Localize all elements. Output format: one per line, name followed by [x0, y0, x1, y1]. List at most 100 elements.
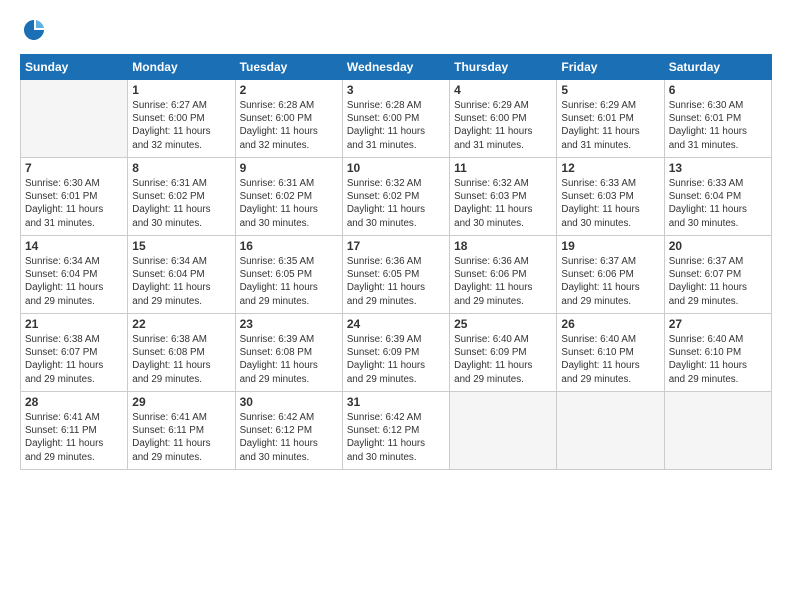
day-number: 4 — [454, 83, 552, 97]
cell-content: Sunrise: 6:27 AM Sunset: 6:00 PM Dayligh… — [132, 99, 230, 152]
day-number: 27 — [669, 317, 767, 331]
day-number: 26 — [561, 317, 659, 331]
calendar-cell: 25 Sunrise: 6:40 AM Sunset: 6:09 PM Dayli… — [450, 314, 557, 392]
calendar-header-friday: Friday — [557, 55, 664, 80]
calendar-cell: 8 Sunrise: 6:31 AM Sunset: 6:02 PM Daylig… — [128, 158, 235, 236]
day-number: 21 — [25, 317, 123, 331]
calendar-cell: 6 Sunrise: 6:30 AM Sunset: 6:01 PM Daylig… — [664, 80, 771, 158]
calendar-cell: 12 Sunrise: 6:33 AM Sunset: 6:03 PM Dayli… — [557, 158, 664, 236]
cell-content: Sunrise: 6:36 AM Sunset: 6:06 PM Dayligh… — [454, 255, 552, 308]
day-number: 11 — [454, 161, 552, 175]
calendar-cell: 18 Sunrise: 6:36 AM Sunset: 6:06 PM Dayli… — [450, 236, 557, 314]
calendar-cell: 22 Sunrise: 6:38 AM Sunset: 6:08 PM Dayli… — [128, 314, 235, 392]
day-number: 13 — [669, 161, 767, 175]
day-number: 30 — [240, 395, 338, 409]
day-number: 1 — [132, 83, 230, 97]
day-number: 2 — [240, 83, 338, 97]
day-number: 12 — [561, 161, 659, 175]
calendar-cell: 21 Sunrise: 6:38 AM Sunset: 6:07 PM Dayli… — [21, 314, 128, 392]
cell-content: Sunrise: 6:37 AM Sunset: 6:06 PM Dayligh… — [561, 255, 659, 308]
calendar-cell: 27 Sunrise: 6:40 AM Sunset: 6:10 PM Dayli… — [664, 314, 771, 392]
day-number: 31 — [347, 395, 445, 409]
day-number: 28 — [25, 395, 123, 409]
day-number: 9 — [240, 161, 338, 175]
cell-content: Sunrise: 6:32 AM Sunset: 6:03 PM Dayligh… — [454, 177, 552, 230]
day-number: 6 — [669, 83, 767, 97]
calendar-cell: 24Sunrise: 6:39 AM Sunset: 6:09 PM Dayli… — [342, 314, 449, 392]
day-number: 18 — [454, 239, 552, 253]
calendar-cell: 31 Sunrise: 6:42 AM Sunset: 6:12 PM Dayli… — [342, 392, 449, 470]
cell-content: Sunrise: 6:28 AM Sunset: 6:00 PM Dayligh… — [347, 99, 445, 152]
cell-content: Sunrise: 6:41 AM Sunset: 6:11 PM Dayligh… — [25, 411, 123, 464]
calendar-cell: 30 Sunrise: 6:42 AM Sunset: 6:12 PM Dayli… — [235, 392, 342, 470]
calendar-cell: 19 Sunrise: 6:37 AM Sunset: 6:06 PM Dayli… — [557, 236, 664, 314]
calendar-cell: 28 Sunrise: 6:41 AM Sunset: 6:11 PM Dayli… — [21, 392, 128, 470]
calendar-cell: 7 Sunrise: 6:30 AM Sunset: 6:01 PM Daylig… — [21, 158, 128, 236]
cell-content: Sunrise: 6:31 AM Sunset: 6:02 PM Dayligh… — [132, 177, 230, 230]
calendar-header-sunday: Sunday — [21, 55, 128, 80]
cell-content: Sunrise: 6:28 AM Sunset: 6:00 PM Dayligh… — [240, 99, 338, 152]
calendar-cell: 3 Sunrise: 6:28 AM Sunset: 6:00 PM Daylig… — [342, 80, 449, 158]
calendar-cell: 10 Sunrise: 6:32 AM Sunset: 6:02 PM Dayli… — [342, 158, 449, 236]
day-number: 8 — [132, 161, 230, 175]
cell-content: Sunrise: 6:31 AM Sunset: 6:02 PM Dayligh… — [240, 177, 338, 230]
calendar-cell: 26Sunrise: 6:40 AM Sunset: 6:10 PM Dayli… — [557, 314, 664, 392]
day-number: 7 — [25, 161, 123, 175]
cell-content: Sunrise: 6:33 AM Sunset: 6:03 PM Dayligh… — [561, 177, 659, 230]
day-number: 5 — [561, 83, 659, 97]
logo-icon — [20, 16, 48, 44]
cell-content: Sunrise: 6:30 AM Sunset: 6:01 PM Dayligh… — [669, 99, 767, 152]
cell-content: Sunrise: 6:42 AM Sunset: 6:12 PM Dayligh… — [240, 411, 338, 464]
cell-content: Sunrise: 6:40 AM Sunset: 6:09 PM Dayligh… — [454, 333, 552, 386]
day-number: 25 — [454, 317, 552, 331]
week-row-3: 14 Sunrise: 6:34 AM Sunset: 6:04 PM Dayli… — [21, 236, 772, 314]
cell-content: Sunrise: 6:39 AM Sunset: 6:09 PM Dayligh… — [347, 333, 445, 386]
calendar-cell: 29 Sunrise: 6:41 AM Sunset: 6:11 PM Dayli… — [128, 392, 235, 470]
calendar-header-thursday: Thursday — [450, 55, 557, 80]
calendar-header-row: SundayMondayTuesdayWednesdayThursdayFrid… — [21, 55, 772, 80]
cell-content: Sunrise: 6:30 AM Sunset: 6:01 PM Dayligh… — [25, 177, 123, 230]
cell-content: Sunrise: 6:32 AM Sunset: 6:02 PM Dayligh… — [347, 177, 445, 230]
calendar-cell: 14Sunrise: 6:34 AM Sunset: 6:04 PM Dayli… — [21, 236, 128, 314]
week-row-1: 1 Sunrise: 6:27 AM Sunset: 6:00 PM Daylig… — [21, 80, 772, 158]
calendar-cell: 2 Sunrise: 6:28 AM Sunset: 6:00 PM Daylig… — [235, 80, 342, 158]
calendar-cell: 17 Sunrise: 6:36 AM Sunset: 6:05 PM Dayli… — [342, 236, 449, 314]
calendar-cell: 15 Sunrise: 6:34 AM Sunset: 6:04 PM Dayli… — [128, 236, 235, 314]
day-number: 22 — [132, 317, 230, 331]
calendar-header-monday: Monday — [128, 55, 235, 80]
day-number: 15 — [132, 239, 230, 253]
day-number: 29 — [132, 395, 230, 409]
day-number: 20 — [669, 239, 767, 253]
calendar-table: SundayMondayTuesdayWednesdayThursdayFrid… — [20, 54, 772, 470]
day-number: 3 — [347, 83, 445, 97]
cell-content: Sunrise: 6:41 AM Sunset: 6:11 PM Dayligh… — [132, 411, 230, 464]
day-number: 17 — [347, 239, 445, 253]
cell-content: Sunrise: 6:36 AM Sunset: 6:05 PM Dayligh… — [347, 255, 445, 308]
calendar-cell: 9 Sunrise: 6:31 AM Sunset: 6:02 PM Daylig… — [235, 158, 342, 236]
cell-content: Sunrise: 6:33 AM Sunset: 6:04 PM Dayligh… — [669, 177, 767, 230]
calendar-cell: 23Sunrise: 6:39 AM Sunset: 6:08 PM Dayli… — [235, 314, 342, 392]
calendar-cell — [557, 392, 664, 470]
cell-content: Sunrise: 6:29 AM Sunset: 6:01 PM Dayligh… — [561, 99, 659, 152]
cell-content: Sunrise: 6:38 AM Sunset: 6:07 PM Dayligh… — [25, 333, 123, 386]
cell-content: Sunrise: 6:40 AM Sunset: 6:10 PM Dayligh… — [669, 333, 767, 386]
day-number: 19 — [561, 239, 659, 253]
calendar-cell — [450, 392, 557, 470]
day-number: 10 — [347, 161, 445, 175]
page: SundayMondayTuesdayWednesdayThursdayFrid… — [0, 0, 792, 612]
calendar-cell: 20 Sunrise: 6:37 AM Sunset: 6:07 PM Dayli… — [664, 236, 771, 314]
calendar-header-wednesday: Wednesday — [342, 55, 449, 80]
day-number: 23 — [240, 317, 338, 331]
week-row-4: 21 Sunrise: 6:38 AM Sunset: 6:07 PM Dayli… — [21, 314, 772, 392]
day-number: 14 — [25, 239, 123, 253]
cell-content: Sunrise: 6:34 AM Sunset: 6:04 PM Dayligh… — [132, 255, 230, 308]
cell-content: Sunrise: 6:38 AM Sunset: 6:08 PM Dayligh… — [132, 333, 230, 386]
calendar-cell — [21, 80, 128, 158]
cell-content: Sunrise: 6:37 AM Sunset: 6:07 PM Dayligh… — [669, 255, 767, 308]
cell-content: Sunrise: 6:29 AM Sunset: 6:00 PM Dayligh… — [454, 99, 552, 152]
header — [20, 16, 772, 44]
calendar-header-tuesday: Tuesday — [235, 55, 342, 80]
cell-content: Sunrise: 6:42 AM Sunset: 6:12 PM Dayligh… — [347, 411, 445, 464]
cell-content: Sunrise: 6:35 AM Sunset: 6:05 PM Dayligh… — [240, 255, 338, 308]
week-row-5: 28 Sunrise: 6:41 AM Sunset: 6:11 PM Dayli… — [21, 392, 772, 470]
